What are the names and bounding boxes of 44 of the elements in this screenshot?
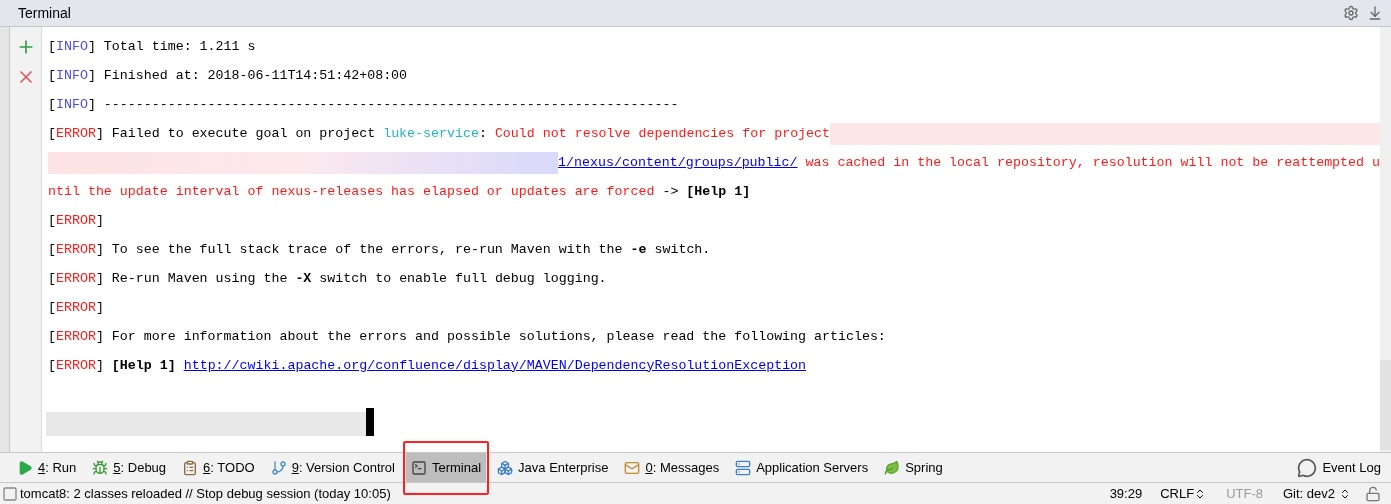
console-line: [ERROR]	[47, 298, 105, 317]
hide-icon[interactable]	[1367, 5, 1383, 21]
tool-tab[interactable]: Spring	[879, 453, 948, 482]
console-line: [ERROR]	[47, 211, 105, 230]
console-line: [INFO] ------------------------------------------------------------------------	[47, 95, 680, 114]
terminal-icon	[411, 459, 427, 476]
tool-tab[interactable]: 4: Run	[12, 453, 82, 482]
event-log-tab[interactable]: Event Log	[1293, 453, 1385, 482]
console-line: [INFO] Finished at: 2018-06-11T14:51:42+08:00	[47, 66, 409, 85]
console-line: [ERROR] [Help 1] http://cwiki.apache.org/confluence/display/MAVEN/DependencyResolutionException	[42, 351, 1380, 380]
console-line: ntil the update interval of nexus-releases has elapsed or updates are forced -> [Help 1]	[47, 182, 752, 201]
updown-icon	[1339, 487, 1351, 500]
todo-icon	[182, 459, 199, 476]
branch-icon	[270, 459, 287, 476]
tool-tab[interactable]: 0: Messages	[619, 453, 725, 482]
square-icon[interactable]	[2, 485, 18, 502]
panel-title: Terminal	[18, 3, 72, 23]
leaf-icon	[884, 459, 901, 476]
link[interactable]: http://cwiki.apache.org/confluence/display/MAVEN/DependencyResolutionException	[183, 355, 807, 376]
messages-icon	[624, 459, 641, 476]
tool-tab[interactable]: Java Enterprise	[492, 453, 614, 482]
boxes-icon	[497, 459, 514, 476]
tool-tab[interactable]: 6: TODO	[177, 453, 260, 482]
tool-tab[interactable]: Terminal	[406, 453, 487, 482]
settings-icon[interactable]	[1343, 5, 1359, 21]
line-separator[interactable]: CRLF	[1160, 483, 1207, 504]
console-line: [ERROR] To see the full stack trace of the errors, re-run Maven with the -e switch.	[47, 240, 712, 259]
console-line: [ERROR] For more information about the errors and possible solutions, please read the following articles:	[47, 327, 887, 346]
console-line: 1/nexus/content/groups/public/ was cached in the local repository, resolution will not be reattempted u	[42, 148, 1380, 177]
server-icon	[735, 459, 752, 476]
vcs-branch[interactable]: Git: dev2	[1282, 483, 1351, 504]
tool-tab[interactable]: 9: Version Control	[265, 453, 400, 482]
link[interactable]: 1/nexus/content/groups/public/	[558, 152, 798, 173]
console-line: [INFO] Total time: 1.211 s	[47, 37, 257, 56]
speech-bubble-icon	[1297, 457, 1318, 478]
tool-tab[interactable]: 5: Debug	[87, 453, 172, 482]
status-message: tomcat8: 2 classes reloaded // Stop debug session (today 10:05)	[20, 484, 392, 503]
run-icon	[17, 459, 33, 476]
console-line: [ERROR] Failed to execute goal on project luke-service: Could not resolve dependencies for project	[42, 119, 1380, 148]
lock-icon[interactable]	[1365, 485, 1381, 502]
caret-position[interactable]: 39:29	[1109, 483, 1143, 504]
console-line: [ERROR] Re-run Maven using the -X switch to enable full debug logging.	[47, 269, 608, 288]
tool-tab[interactable]: Application Servers	[730, 453, 874, 482]
bug-icon	[92, 459, 109, 476]
